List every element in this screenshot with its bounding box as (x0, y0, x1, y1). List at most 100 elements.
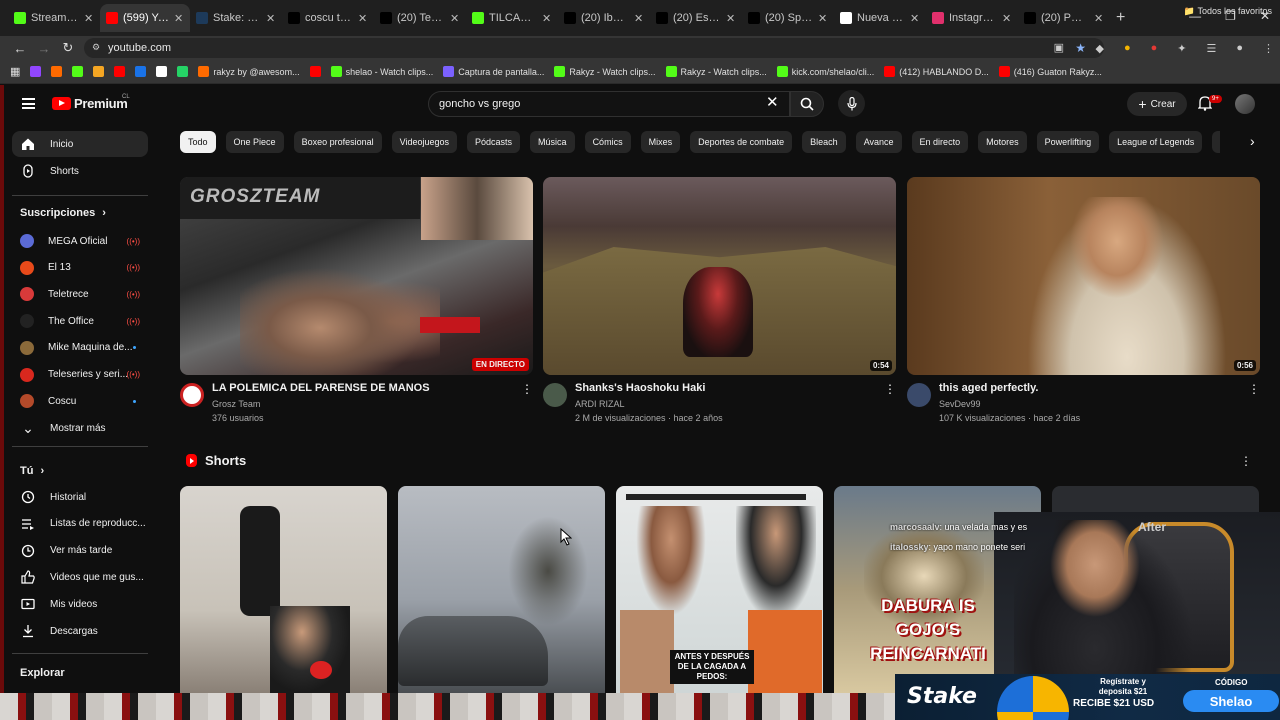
sidebar-item-channel[interactable]: The Office ((•)) (12, 308, 148, 334)
apps-grid-icon[interactable]: ▦ (10, 65, 20, 78)
chip-filter[interactable]: Boxeo profesional (293, 131, 382, 153)
close-tab-icon[interactable]: ✕ (266, 12, 276, 25)
video-thumbnail[interactable]: GROSZTEAM EN DIRECTO (180, 177, 533, 375)
extension-icon[interactable]: ◆ (1095, 42, 1103, 55)
close-tab-icon[interactable]: ✕ (910, 12, 920, 25)
you-heading[interactable]: Tú › (20, 465, 44, 477)
sidepanel-icon[interactable]: ☰ (1206, 42, 1216, 55)
more-options-icon[interactable]: ⋮ (1248, 382, 1260, 396)
chip-filter[interactable]: Videojuegos (391, 131, 458, 153)
browser-tab[interactable]: Stake: Casino ✕ (190, 4, 282, 32)
video-thumbnail[interactable]: 0:54 (543, 177, 896, 375)
bookmark-item[interactable] (309, 66, 321, 77)
bookmark-item[interactable]: rakyz by @awesom... (198, 66, 300, 77)
chevron-right-icon[interactable]: › (1250, 133, 1255, 149)
close-tab-icon[interactable]: ✕ (726, 12, 736, 25)
short-thumbnail[interactable] (180, 486, 387, 693)
subscriptions-heading[interactable]: Suscripciones › (20, 207, 106, 219)
chip-filter[interactable]: Motores (978, 131, 1027, 153)
close-tab-icon[interactable]: ✕ (542, 12, 552, 25)
bookmark-item[interactable] (114, 66, 126, 77)
bookmark-star-icon[interactable]: ★ (1075, 41, 1086, 55)
channel-name[interactable]: ARDI RIZAL (575, 399, 625, 409)
browser-tab[interactable]: (20) Es tende ✕ (650, 4, 742, 32)
bookmark-item[interactable]: Captura de pantalla... (443, 66, 544, 77)
forward-icon[interactable]: → (32, 41, 56, 56)
browser-tab[interactable]: Stream - Kick ✕ (8, 4, 100, 32)
chip-filter[interactable]: Tr (1212, 131, 1220, 153)
chip-filter[interactable]: Bleach (802, 131, 846, 153)
chip-filter[interactable]: Avance (855, 131, 902, 153)
channel-avatar[interactable] (543, 383, 567, 407)
close-tab-icon[interactable]: ✕ (174, 12, 184, 25)
channel-name[interactable]: SevDev99 (939, 399, 981, 409)
avatar[interactable] (1235, 94, 1255, 114)
chip-filter[interactable]: League of Legends (1109, 131, 1203, 153)
voice-search-button[interactable] (838, 90, 865, 117)
video-card[interactable]: 0:56 this aged perfectly. SevDev99 107 K… (907, 177, 1260, 429)
browser-tab[interactable]: (20) Speed e ✕ (742, 4, 834, 32)
channel-name[interactable]: Grosz Team (212, 399, 260, 409)
install-app-icon[interactable]: ▣ (1054, 41, 1064, 54)
browser-tab[interactable]: coscu tira fa ✕ (282, 4, 374, 32)
bookmark-item[interactable]: kick.com/shelao/cli... (776, 66, 874, 77)
profile-icon[interactable]: ● (1236, 42, 1243, 54)
sidebar-item-channel[interactable]: El 13 ((•)) (12, 255, 148, 281)
reload-icon[interactable]: ↻ (56, 40, 80, 56)
chip-filter[interactable]: Powerlifting (1036, 131, 1100, 153)
sidebar-item-channel[interactable]: Mike Maquina de... (12, 335, 148, 361)
sidebar-item-listas-de-reproducc[interactable]: Listas de reproducc... (12, 511, 148, 537)
url-field[interactable]: ⚙ youtube.com ★ ▣ (84, 38, 1104, 58)
bookmark-item[interactable]: Rakyz - Watch clips... (554, 66, 656, 77)
browser-tab[interactable]: (20) Ibai on ✕ (558, 4, 650, 32)
more-options-icon[interactable]: ⋮ (884, 382, 896, 396)
bookmark-item[interactable]: (412) HABLANDO D... (884, 66, 989, 77)
sidebar-item-ver-m-s-tarde[interactable]: Ver más tarde (12, 538, 148, 564)
more-options-icon[interactable]: ⋮ (1240, 454, 1252, 468)
search-input[interactable]: goncho vs grego (428, 91, 790, 117)
chip-filter[interactable]: En directo (911, 131, 969, 153)
chip-filter[interactable]: Todo (180, 131, 216, 153)
clear-search-icon[interactable]: ✕ (766, 93, 779, 111)
chip-filter[interactable]: One Piece (225, 131, 284, 153)
sidebar-item-shorts[interactable]: Shorts (12, 158, 148, 184)
bookmark-item[interactable] (177, 66, 189, 77)
youtube-logo[interactable]: Premium (52, 96, 128, 111)
bookmark-item[interactable] (135, 66, 147, 77)
chip-filter[interactable]: Música (530, 131, 575, 153)
chip-filter[interactable]: Cómics (584, 131, 631, 153)
browser-tab[interactable]: (599) YouTube ✕ (100, 4, 190, 32)
sidebar-item-channel[interactable]: Teletrece ((•)) (12, 281, 148, 307)
close-tab-icon[interactable]: ✕ (84, 12, 94, 25)
close-tab-icon[interactable]: ✕ (1002, 12, 1012, 25)
sidebar-item-videos-que-me-gus[interactable]: Videos que me gus... (12, 564, 148, 590)
bookmark-item[interactable]: (416) Guaton Rakyz... (998, 66, 1102, 77)
video-title[interactable]: this aged perfectly. (939, 382, 1239, 394)
browser-tab[interactable]: Instagram ✕ (926, 4, 1018, 32)
sidebar-item-mis-videos[interactable]: Mis videos (12, 591, 148, 617)
bookmark-item[interactable] (51, 66, 63, 77)
short-thumbnail[interactable] (398, 486, 605, 693)
menu-icon[interactable]: ⋮ (1263, 42, 1274, 55)
search-button[interactable] (790, 91, 824, 117)
short-thumbnail[interactable]: ANTES Y DESPUÉS DE LA CAGADA A PEDOS: (616, 486, 823, 693)
bookmark-item[interactable] (72, 66, 84, 77)
close-tab-icon[interactable]: ✕ (358, 12, 368, 25)
browser-tab[interactable]: (20) PWR se ✕ (1018, 4, 1110, 32)
extension-icon[interactable]: ● (1151, 42, 1158, 54)
video-title[interactable]: Shanks's Haoshoku Haki (575, 382, 875, 394)
browser-tab[interactable]: (20) Tendenc ✕ (374, 4, 466, 32)
site-info-icon[interactable]: ⚙ (92, 42, 100, 53)
bookmark-item[interactable]: Rakyz - Watch clips... (665, 66, 767, 77)
bookmark-item[interactable] (30, 66, 42, 77)
channel-avatar[interactable] (180, 383, 204, 407)
sidebar-item-channel[interactable]: Teleseries y seri... ((•)) (12, 362, 148, 388)
chip-filter[interactable]: Pódcasts (467, 131, 521, 153)
close-tab-icon[interactable]: ✕ (634, 12, 644, 25)
hamburger-menu-icon[interactable] (22, 98, 35, 109)
browser-tab[interactable]: TILCARA - W ✕ (466, 4, 558, 32)
channel-avatar[interactable] (907, 383, 931, 407)
bookmark-item[interactable]: shelao - Watch clips... (330, 66, 433, 77)
sidebar-item-descargas[interactable]: Descargas (12, 618, 148, 644)
bookmark-item[interactable] (93, 66, 105, 77)
